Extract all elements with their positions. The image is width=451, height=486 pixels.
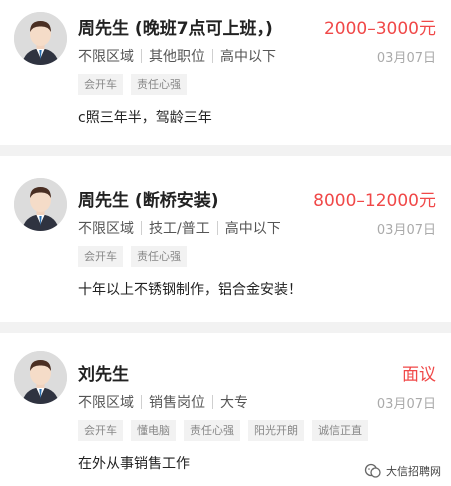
seeker-meta: 不限区域 销售岗位 大专 bbox=[78, 392, 248, 412]
post-date: 03月07日 bbox=[376, 50, 436, 66]
divider bbox=[141, 395, 142, 409]
education-text: 高中以下 bbox=[224, 221, 281, 237]
avatar-icon bbox=[14, 12, 67, 65]
tag: 诚信正直 bbox=[312, 420, 368, 441]
tag: 会开车 bbox=[78, 246, 123, 267]
tag: 责任心强 bbox=[131, 246, 187, 267]
list-item[interactable]: 周先生 (断桥安装) 8000–12000元 不限区域 技工/普工 高中以下 0… bbox=[0, 156, 451, 322]
tag-list: 会开车 责任心强 bbox=[78, 74, 436, 95]
tag: 懂电脑 bbox=[131, 420, 176, 441]
expected-salary: 面议 bbox=[402, 364, 436, 385]
avatar-icon bbox=[14, 351, 67, 404]
avatar-icon bbox=[14, 178, 67, 231]
tag: 责任心强 bbox=[184, 420, 240, 441]
wechat-icon bbox=[364, 463, 381, 478]
post-date: 03月07日 bbox=[376, 396, 436, 412]
position-text: 销售岗位 bbox=[149, 395, 205, 411]
tag: 会开车 bbox=[78, 74, 123, 95]
post-date: 03月07日 bbox=[376, 222, 436, 238]
expected-salary: 2000–3000元 bbox=[323, 18, 436, 39]
job-seeker-list: 周先生 (晚班7点可上班，) 2000–3000元 不限区域 其他职位 高中以下… bbox=[0, 0, 451, 486]
expected-salary: 8000–12000元 bbox=[313, 190, 436, 211]
area-text: 不限区域 bbox=[78, 49, 134, 65]
position-text: 其他职位 bbox=[149, 49, 205, 65]
tag: 会开车 bbox=[78, 420, 123, 441]
divider bbox=[0, 322, 451, 333]
area-text: 不限区域 bbox=[78, 395, 134, 411]
area-text: 不限区域 bbox=[78, 221, 134, 237]
education-text: 高中以下 bbox=[220, 49, 276, 65]
divider bbox=[216, 221, 218, 235]
seeker-description: 十年以上不锈钢制作，铝合金安装！ bbox=[78, 282, 302, 298]
avatar bbox=[14, 351, 67, 404]
divider bbox=[212, 395, 213, 409]
tag-list: 会开车 懂电脑 责任心强 阳光开朗 诚信正直 bbox=[78, 420, 436, 441]
avatar bbox=[14, 12, 67, 65]
watermark-text: 大信招聘网 bbox=[386, 465, 441, 478]
list-item[interactable]: 周先生 (晚班7点可上班，) 2000–3000元 不限区域 其他职位 高中以下… bbox=[0, 0, 451, 145]
seeker-name: 周先生 (晚班7点可上班，) bbox=[78, 18, 273, 39]
education-text: 大专 bbox=[220, 395, 248, 411]
divider bbox=[0, 145, 451, 156]
divider bbox=[141, 49, 142, 63]
tag: 阳光开朗 bbox=[248, 420, 304, 441]
seeker-name: 刘先生 bbox=[78, 364, 129, 385]
position-text: 技工/普工 bbox=[149, 221, 210, 237]
seeker-name: 周先生 (断桥安装) bbox=[78, 190, 219, 211]
list-item[interactable]: 刘先生 面议 不限区域 销售岗位 大专 03月07日 会开车 懂电脑 责任心强 … bbox=[0, 333, 451, 486]
seeker-meta: 不限区域 其他职位 高中以下 bbox=[78, 46, 276, 66]
watermark: 大信招聘网 bbox=[364, 462, 441, 480]
tag-list: 会开车 责任心强 bbox=[78, 246, 436, 267]
divider bbox=[141, 221, 142, 235]
divider bbox=[212, 49, 213, 63]
seeker-meta: 不限区域 技工/普工 高中以下 bbox=[78, 218, 281, 238]
seeker-description: c照三年半，驾龄三年 bbox=[78, 110, 212, 126]
avatar bbox=[14, 178, 67, 231]
tag: 责任心强 bbox=[131, 74, 187, 95]
